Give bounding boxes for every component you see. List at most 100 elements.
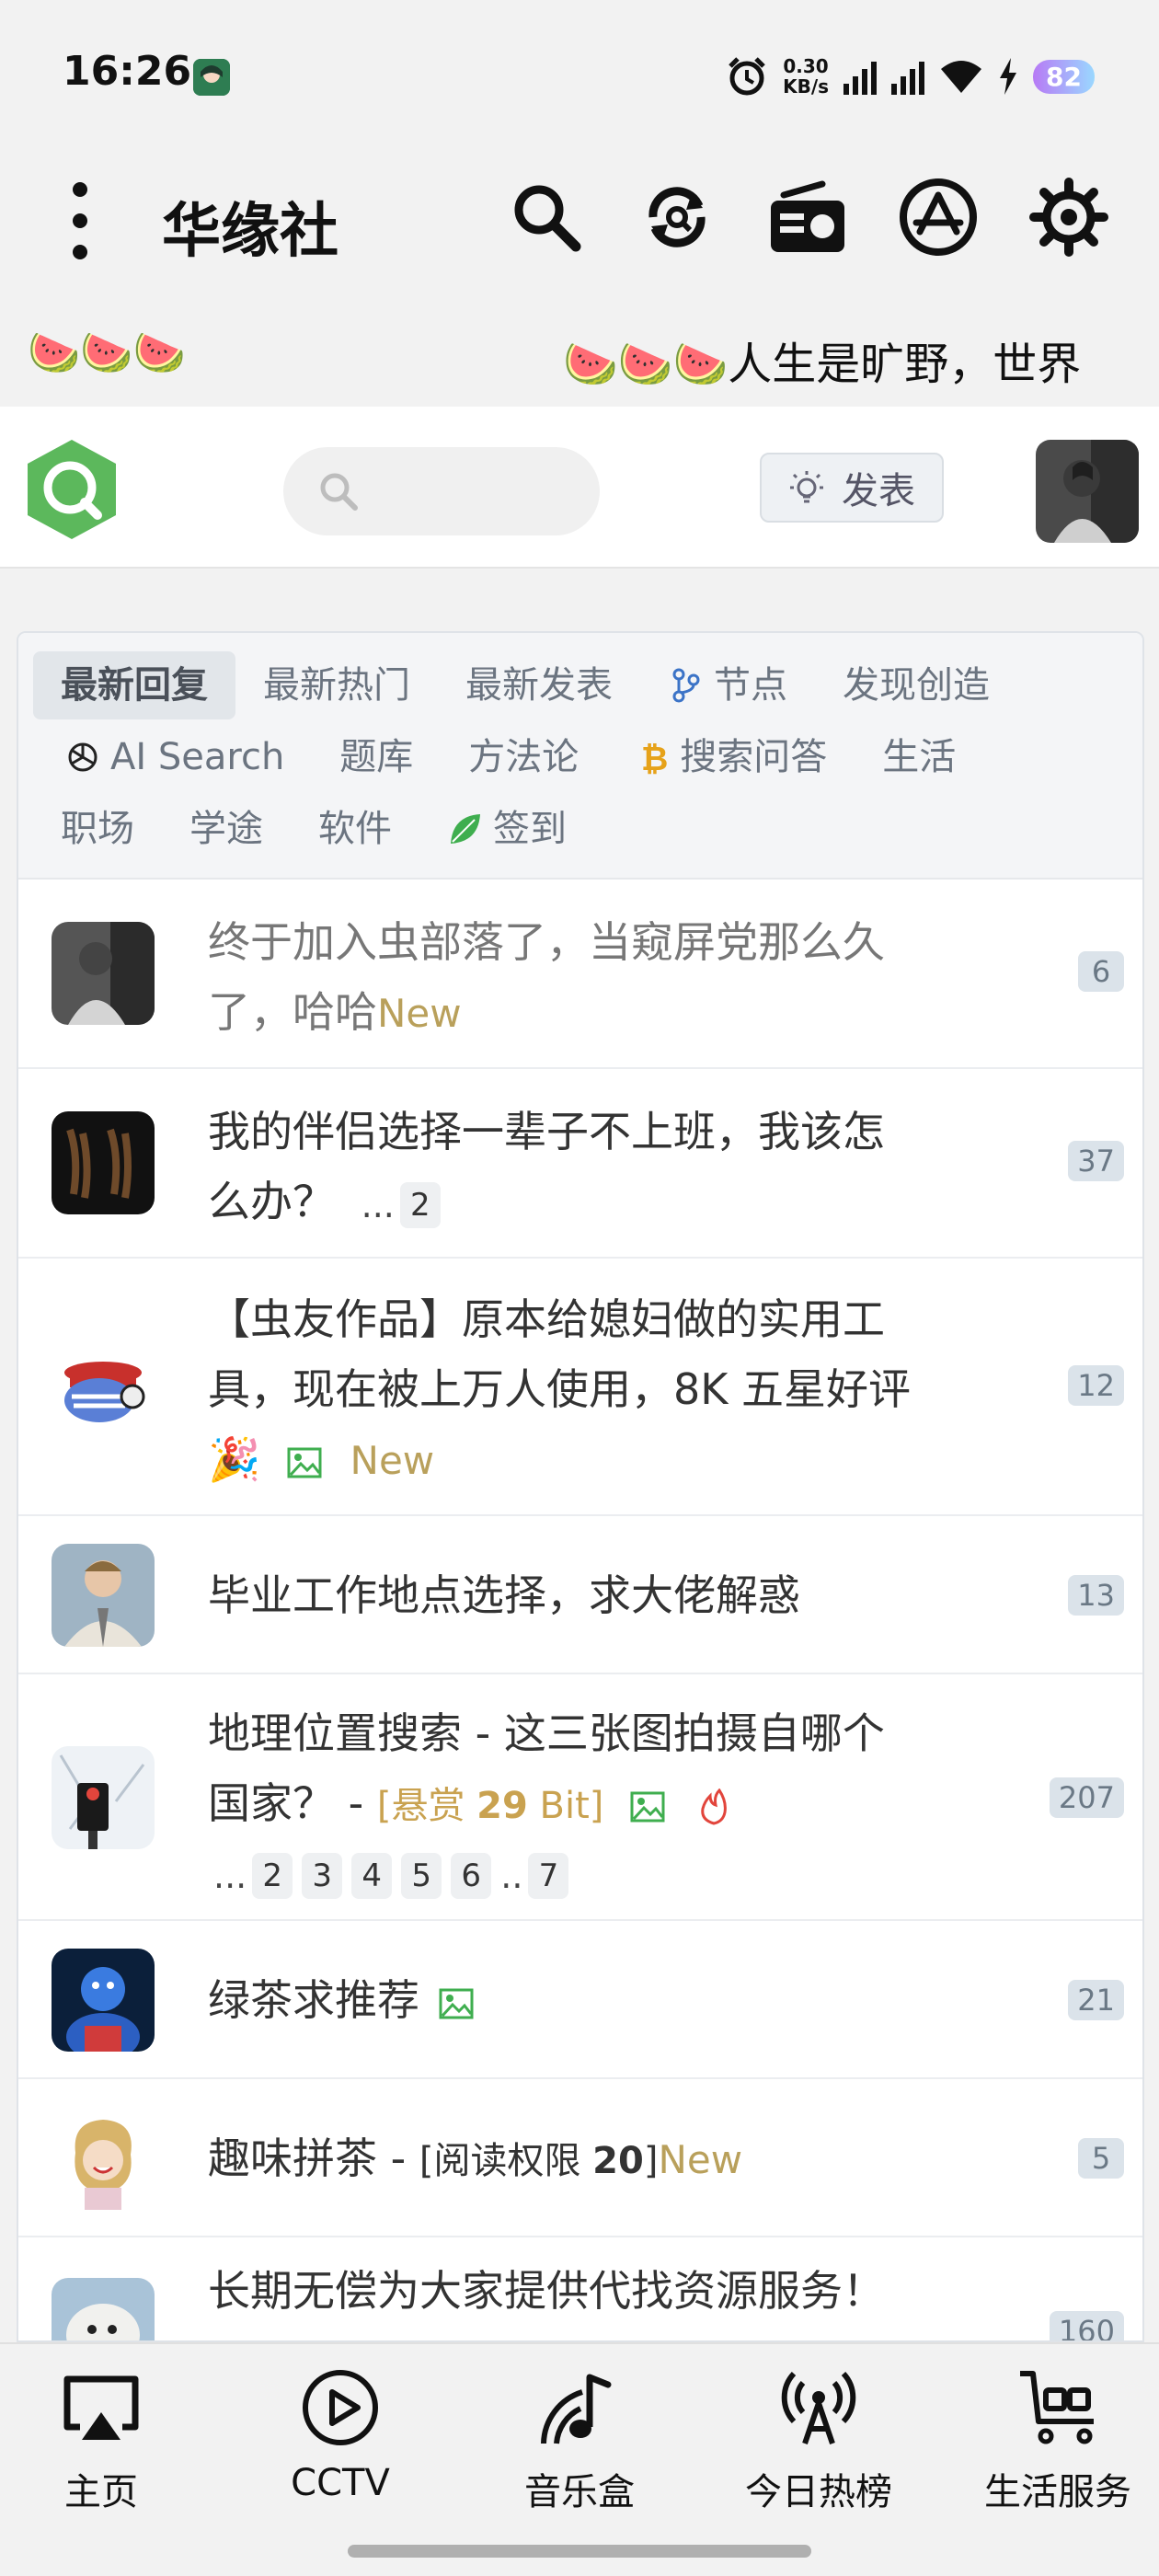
page-link[interactable]: 2 xyxy=(399,1181,441,1228)
net-speed: 0.30 KB/s xyxy=(783,56,829,97)
site-top-bar: 发表 xyxy=(0,407,1159,569)
site-logo-icon[interactable] xyxy=(20,436,123,543)
more-menu-icon[interactable] xyxy=(66,182,94,259)
topic-title-line: 国家？ - xyxy=(208,1778,377,1828)
svg-text:₿: ₿ xyxy=(641,741,668,776)
topic-row[interactable]: 我的伴侣选择一辈子不上班，我该怎 么办？ ... 2 37 xyxy=(18,1069,1142,1259)
reply-count: 207 xyxy=(1049,1777,1124,1818)
nav-music-box[interactable]: 音乐盒 xyxy=(469,2366,690,2515)
page-link[interactable]: 5 xyxy=(401,1852,442,1899)
topic-title[interactable]: 长期无偿为大家提供代找资源服务！ xyxy=(208,2256,981,2326)
wifi-icon xyxy=(941,61,982,93)
app-store-icon[interactable] xyxy=(896,175,981,259)
page-link[interactable]: 4 xyxy=(351,1852,393,1899)
play-icon xyxy=(303,2370,378,2445)
topic-row[interactable]: 趣味拼茶 - [阅读权限 20]New 5 xyxy=(18,2079,1142,2237)
topic-author-avatar[interactable] xyxy=(52,1544,155,1647)
user-avatar[interactable] xyxy=(1036,440,1139,543)
topic-author-avatar[interactable] xyxy=(52,2107,155,2210)
topic-title-line: 具，现在被上万人使用，8K 五星好评 xyxy=(208,1364,912,1414)
topic-row[interactable]: 绿茶求推荐 21 xyxy=(18,1921,1142,2079)
status-bar: 16:26 0.30 KB/s 82 xyxy=(0,0,1159,147)
tab-latest-posts[interactable]: 最新发表 xyxy=(438,651,640,719)
new-badge: New xyxy=(658,2137,743,2182)
reply-count: 6 xyxy=(1078,951,1124,992)
topic-title-line: 了，哈哈 xyxy=(208,987,377,1037)
page-link[interactable]: 6 xyxy=(451,1852,492,1899)
topic-title-line: 么办？ xyxy=(208,1177,335,1226)
page-link[interactable]: 7 xyxy=(528,1852,569,1899)
tab-latest-replies[interactable]: 最新回复 xyxy=(33,651,235,719)
topic-row[interactable]: 长期无偿为大家提供代找资源服务！ 160 xyxy=(18,2237,1142,2340)
topic-title[interactable]: 毕业工作地点选择，求大佬解惑 xyxy=(208,1560,981,1630)
reply-count: 13 xyxy=(1068,1575,1124,1616)
tab-latest-hot[interactable]: 最新热门 xyxy=(235,651,438,719)
header-actions xyxy=(504,175,1111,259)
topic-title[interactable]: 终于加入虫部落了，当窥屏党那么久 了，哈哈New xyxy=(208,907,981,1049)
status-notification-avatar-icon xyxy=(193,59,230,96)
tab-methodology[interactable]: 方法论 xyxy=(441,723,606,791)
site-search-input[interactable] xyxy=(283,447,600,535)
topic-author-avatar[interactable] xyxy=(52,922,155,1025)
topic-title-line: 终于加入虫部落了，当窥屏党那么久 xyxy=(208,917,885,967)
airplay-icon xyxy=(63,2375,139,2440)
home-indicator[interactable] xyxy=(348,2545,811,2558)
tab-question-bank[interactable]: 题库 xyxy=(312,723,441,791)
music-icon xyxy=(541,2374,612,2444)
topic-row[interactable]: 毕业工作地点选择，求大佬解惑 13 xyxy=(18,1516,1142,1674)
reply-count: 160 xyxy=(1049,2311,1124,2340)
alarm-icon xyxy=(729,57,765,96)
nav-music-box-label: 音乐盒 xyxy=(524,2471,635,2513)
app-title: 华缘社 xyxy=(162,198,339,266)
radio-icon[interactable] xyxy=(765,175,850,259)
topic-title[interactable]: 【虫友作品】原本给媳妇做的实用工 具，现在被上万人使用，8K 五星好评 🎉 Ne… xyxy=(208,1284,981,1496)
settings-icon[interactable] xyxy=(1027,175,1111,259)
fire-icon xyxy=(700,1788,727,1825)
nav-cctv[interactable]: CCTV xyxy=(230,2366,451,2504)
tab-life[interactable]: 生活 xyxy=(855,723,983,791)
nav-hot-list[interactable]: 今日热榜 xyxy=(708,2366,929,2515)
tab-study[interactable]: 学途 xyxy=(162,795,291,863)
refresh-icon[interactable] xyxy=(635,175,719,259)
search-icon xyxy=(320,473,358,511)
topic-author-avatar[interactable] xyxy=(52,1111,155,1214)
perm-suffix: ] xyxy=(643,2140,659,2182)
search-icon[interactable] xyxy=(504,175,589,259)
tab-checkin[interactable]: 签到 xyxy=(419,795,594,863)
topic-author-avatar[interactable] xyxy=(52,1949,155,2052)
post-button-label: 发表 xyxy=(842,470,915,512)
tab-software[interactable]: 软件 xyxy=(291,795,419,863)
pagination-ellipsis: ... xyxy=(361,1184,395,1225)
battery-level: 82 xyxy=(1033,59,1095,94)
bounty-tag: [悬赏 29 Bit] xyxy=(377,1785,604,1827)
topic-author-avatar[interactable] xyxy=(52,1336,155,1439)
reply-count: 12 xyxy=(1068,1365,1124,1406)
topic-title[interactable]: 趣味拼茶 - [阅读权限 20]New xyxy=(208,2123,981,2196)
topic-row[interactable]: 终于加入虫部落了，当窥屏党那么久 了，哈哈New 6 xyxy=(18,880,1142,1069)
broadcast-icon xyxy=(781,2371,856,2444)
tab-nodes[interactable]: 节点 xyxy=(640,651,815,719)
topic-row[interactable]: 【虫友作品】原本给媳妇做的实用工 具，现在被上万人使用，8K 五星好评 🎉 Ne… xyxy=(18,1259,1142,1516)
topic-title[interactable]: 绿茶求推荐 xyxy=(208,1965,981,2035)
topic-row[interactable]: 地理位置搜索 - 这三张图拍摄自哪个 国家？ - [悬赏 29 Bit] ...… xyxy=(18,1674,1142,1921)
nav-hot-list-label: 今日热榜 xyxy=(745,2471,892,2513)
image-icon xyxy=(439,1988,474,2018)
topic-title[interactable]: 地理位置搜索 - 这三张图拍摄自哪个 国家？ - [悬赏 29 Bit] ...… xyxy=(208,1698,981,1907)
tab-career[interactable]: 职场 xyxy=(33,795,162,863)
marquee-emoji: 🍉🍉🍉 xyxy=(28,328,186,377)
nav-life-services[interactable]: 生活服务 xyxy=(947,2366,1159,2515)
topic-author-avatar[interactable] xyxy=(52,2278,155,2340)
page-link[interactable]: 3 xyxy=(302,1852,343,1899)
topic-author-avatar[interactable] xyxy=(52,1746,155,1849)
tab-ai-search[interactable]: AI Search xyxy=(33,723,312,791)
page-link[interactable]: 2 xyxy=(252,1852,293,1899)
bounty-prefix: [悬赏 xyxy=(376,1785,477,1827)
nav-home[interactable]: 主页 xyxy=(0,2366,212,2515)
tab-search-qa[interactable]: ₿ 搜索问答 xyxy=(606,723,855,791)
cart-icon xyxy=(1020,2371,1094,2444)
post-button[interactable]: 发表 xyxy=(760,453,944,523)
topic-title-line: 长期无偿为大家提供代找资源服务！ xyxy=(208,2266,885,2316)
topic-title[interactable]: 我的伴侣选择一辈子不上班，我该怎 么办？ ... 2 xyxy=(208,1097,981,1240)
nav-home-label: 主页 xyxy=(64,2471,138,2513)
tab-discover[interactable]: 发现创造 xyxy=(815,651,1017,719)
